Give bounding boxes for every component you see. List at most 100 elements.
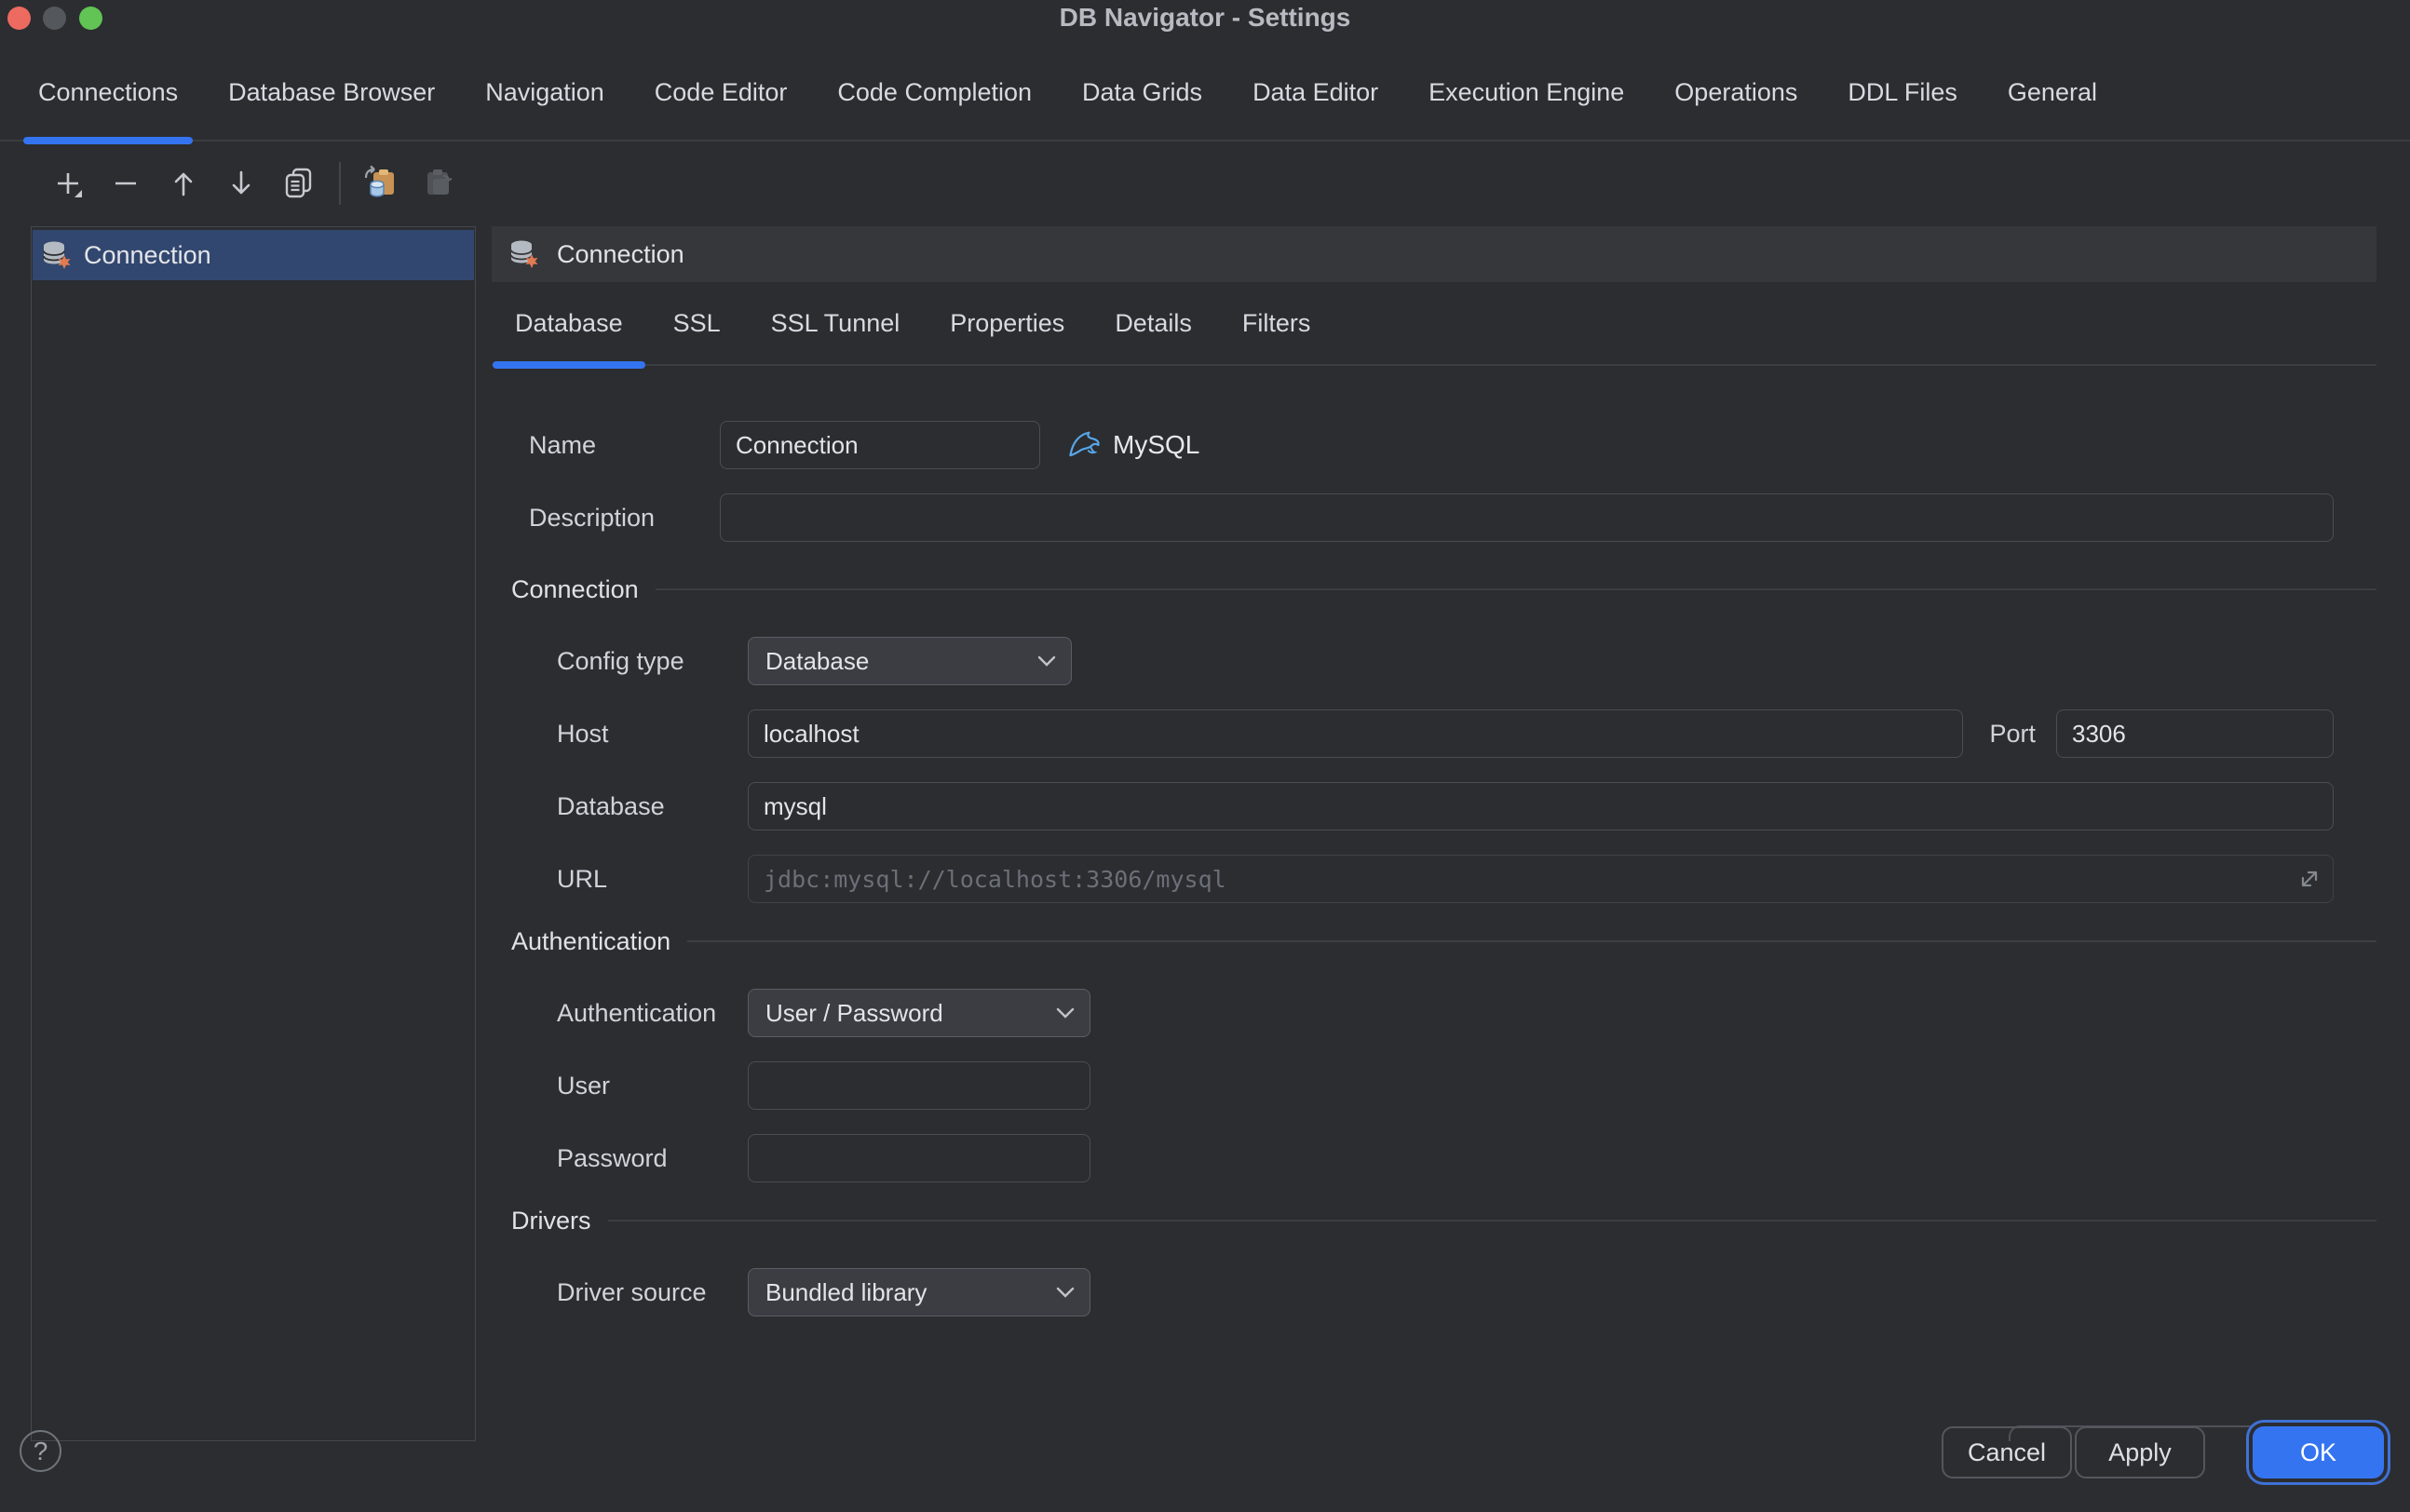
minus-icon xyxy=(109,167,142,200)
description-label: Description xyxy=(529,504,720,533)
database-new-icon xyxy=(40,238,74,273)
port-input[interactable] xyxy=(2056,709,2334,758)
remove-connection-button[interactable] xyxy=(104,162,147,205)
clipboard-database-icon xyxy=(362,165,399,202)
section-drivers-title: Drivers xyxy=(511,1207,591,1235)
driver-source-label: Driver source xyxy=(557,1278,748,1307)
driver-source-value: Bundled library xyxy=(765,1278,927,1307)
user-row: User xyxy=(557,1061,2334,1110)
url-input[interactable] xyxy=(748,855,2334,903)
section-rule xyxy=(656,588,2376,590)
config-type-row: Config type Database xyxy=(557,637,2334,685)
database-type-label: MySQL xyxy=(1113,430,1199,460)
move-down-button[interactable] xyxy=(220,162,263,205)
connection-tab-bar: Database SSL SSL Tunnel Properties Detai… xyxy=(492,282,2376,366)
copy-connection-to-clipboard-button[interactable] xyxy=(359,162,402,205)
host-label: Host xyxy=(557,720,748,749)
connection-list-toolbar xyxy=(0,142,477,225)
user-input[interactable] xyxy=(748,1061,1090,1110)
arrow-down-icon xyxy=(224,167,258,200)
tab-data-editor[interactable]: Data Editor xyxy=(1238,45,1393,140)
settings-window: DB Navigator - Settings Connections Data… xyxy=(0,0,2410,1512)
toolbar-separator xyxy=(339,162,341,205)
paste-connection-button-disabled[interactable] xyxy=(417,162,460,205)
tab-properties[interactable]: Properties xyxy=(935,282,1079,364)
config-type-value: Database xyxy=(765,647,869,676)
database-new-icon xyxy=(508,237,542,272)
tab-details[interactable]: Details xyxy=(1100,282,1207,364)
detail-header-title: Connection xyxy=(557,240,684,269)
tab-ssl[interactable]: SSL xyxy=(658,282,736,364)
url-label: URL xyxy=(557,865,748,894)
password-label: Password xyxy=(557,1144,748,1173)
tab-ddl-files[interactable]: DDL Files xyxy=(1833,45,1972,140)
add-connection-button[interactable] xyxy=(47,162,89,205)
apply-button[interactable]: Apply xyxy=(2075,1426,2205,1478)
move-up-button[interactable] xyxy=(162,162,205,205)
list-item-connection[interactable]: Connection xyxy=(33,230,474,280)
cancel-button[interactable]: Cancel xyxy=(1942,1426,2072,1478)
arrow-up-icon xyxy=(167,167,200,200)
copy-icon xyxy=(281,166,317,201)
list-item-label: Connection xyxy=(84,241,211,270)
name-label: Name xyxy=(529,431,720,460)
window-title: DB Navigator - Settings xyxy=(0,3,2410,33)
driver-source-row: Driver source Bundled library xyxy=(557,1268,2334,1316)
tab-navigation[interactable]: Navigation xyxy=(470,45,619,140)
plus-icon xyxy=(51,167,85,200)
duplicate-connection-button[interactable] xyxy=(278,162,320,205)
name-input[interactable] xyxy=(720,421,1040,469)
url-row: URL xyxy=(557,855,2334,903)
port-label: Port xyxy=(1989,720,2036,749)
connection-list: Connection xyxy=(31,226,476,1441)
tab-ssl-tunnel[interactable]: SSL Tunnel xyxy=(756,282,915,364)
tab-operations[interactable]: Operations xyxy=(1659,45,1812,140)
host-input[interactable] xyxy=(748,709,1963,758)
url-field-wrapper xyxy=(748,855,2334,903)
detail-header: Connection xyxy=(492,226,2376,282)
section-connection: Connection xyxy=(511,575,2376,603)
section-drivers: Drivers xyxy=(511,1207,2376,1235)
database-type-badge: MySQL xyxy=(1066,426,1199,464)
authentication-select[interactable]: User / Password xyxy=(748,989,1090,1037)
section-rule xyxy=(608,1220,2377,1222)
expand-icon[interactable] xyxy=(2296,866,2322,892)
password-row: Password xyxy=(557,1134,2334,1182)
user-label: User xyxy=(557,1072,748,1100)
tab-connections[interactable]: Connections xyxy=(23,45,193,140)
chevron-down-icon xyxy=(1056,1007,1075,1019)
tab-general[interactable]: General xyxy=(1993,45,2112,140)
driver-source-select[interactable]: Bundled library xyxy=(748,1268,1090,1316)
password-input[interactable] xyxy=(748,1134,1090,1182)
tab-database-browser[interactable]: Database Browser xyxy=(213,45,450,140)
config-type-select[interactable]: Database xyxy=(748,637,1072,685)
tab-database[interactable]: Database xyxy=(500,282,638,364)
tab-data-grids[interactable]: Data Grids xyxy=(1067,45,1217,140)
footer: ? Cancel Apply OK xyxy=(0,1441,2410,1512)
clipboard-icon xyxy=(420,165,457,202)
titlebar: DB Navigator - Settings xyxy=(0,0,2410,45)
mysql-icon xyxy=(1066,426,1103,464)
chevron-down-icon xyxy=(1056,1287,1075,1299)
database-row: Database xyxy=(557,782,2334,830)
chevron-down-icon xyxy=(1037,655,1056,668)
tab-filters[interactable]: Filters xyxy=(1227,282,1326,364)
section-rule xyxy=(687,940,2376,942)
authentication-row: Authentication User / Password xyxy=(557,989,2334,1037)
authentication-value: User / Password xyxy=(765,999,943,1028)
description-input[interactable] xyxy=(720,493,2334,542)
description-row: Description xyxy=(529,493,2334,542)
name-row: Name MySQL xyxy=(529,421,2334,469)
help-button[interactable]: ? xyxy=(20,1430,61,1472)
section-authentication-title: Authentication xyxy=(511,927,670,956)
question-icon: ? xyxy=(34,1437,48,1466)
section-authentication: Authentication xyxy=(511,927,2376,955)
section-connection-title: Connection xyxy=(511,575,639,604)
database-input[interactable] xyxy=(748,782,2334,830)
settings-tab-bar: Connections Database Browser Navigation … xyxy=(0,45,2410,142)
database-label: Database xyxy=(557,792,748,821)
tab-code-completion[interactable]: Code Completion xyxy=(822,45,1047,140)
tab-code-editor[interactable]: Code Editor xyxy=(640,45,803,140)
ok-button[interactable]: OK xyxy=(2253,1426,2384,1478)
tab-execution-engine[interactable]: Execution Engine xyxy=(1414,45,1639,140)
